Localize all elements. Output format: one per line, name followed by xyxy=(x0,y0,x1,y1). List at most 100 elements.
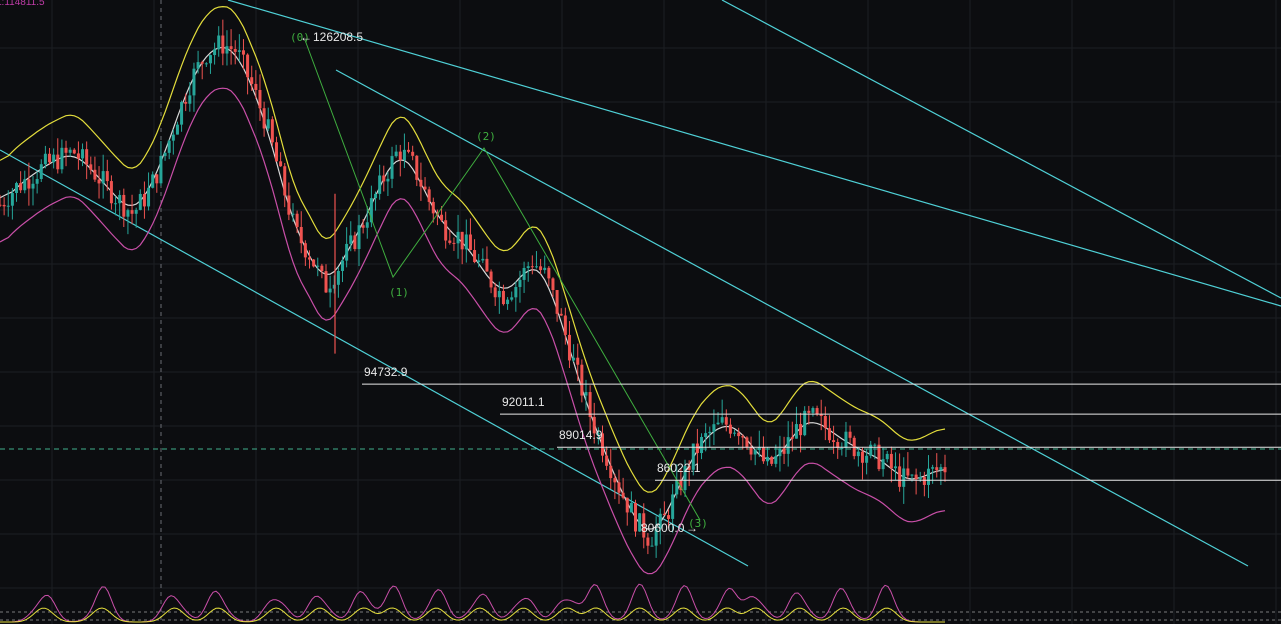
candle-body xyxy=(605,455,609,466)
candle-body xyxy=(64,147,68,153)
candle-body xyxy=(902,468,906,487)
candle-body xyxy=(142,193,146,207)
candle-body xyxy=(134,209,138,214)
candle-body xyxy=(155,174,159,184)
candle-body xyxy=(307,257,311,260)
candle-body xyxy=(250,77,254,84)
candle-body xyxy=(873,444,877,446)
candle-body xyxy=(939,467,943,471)
candle-body xyxy=(262,108,266,129)
candle-body xyxy=(390,156,394,179)
candle-body xyxy=(865,455,869,463)
candle-body xyxy=(60,147,64,170)
candle-body xyxy=(241,50,245,55)
candle-body xyxy=(357,225,361,250)
candle-body xyxy=(588,392,592,417)
candle-body xyxy=(130,210,134,214)
candle-body xyxy=(708,431,712,434)
candle-body xyxy=(402,149,406,161)
candle-body xyxy=(316,265,320,267)
candle-body xyxy=(506,299,510,305)
candle-body xyxy=(807,410,811,413)
candle-body xyxy=(427,189,431,202)
candle-body xyxy=(893,466,897,469)
candle-body xyxy=(118,194,122,204)
candle-body xyxy=(926,468,930,485)
high-label: 126208.5 xyxy=(313,30,363,44)
candle-body xyxy=(274,142,278,162)
candle-body xyxy=(576,357,580,365)
candle-body xyxy=(266,119,270,129)
candle-body xyxy=(126,210,130,217)
candle-body xyxy=(501,290,505,305)
candle-body xyxy=(407,149,411,152)
candle-body xyxy=(196,62,200,69)
candle-body xyxy=(431,201,435,214)
candle-body xyxy=(555,290,559,314)
candle-body xyxy=(551,278,555,291)
candle-body xyxy=(270,119,274,143)
candle-body xyxy=(832,440,836,443)
candle-body xyxy=(76,153,80,159)
candle-body xyxy=(489,271,493,288)
candle-body xyxy=(35,179,39,184)
candle-body xyxy=(386,178,390,182)
candle-body xyxy=(208,55,212,64)
candle-body xyxy=(935,467,939,471)
candle-body xyxy=(192,68,196,96)
candle-body xyxy=(101,171,105,184)
candle-body xyxy=(31,183,35,189)
candle-body xyxy=(547,267,551,279)
corner-readout: L:114811.5 xyxy=(0,0,45,8)
candle-body xyxy=(931,467,935,469)
candle-body xyxy=(159,155,163,184)
candle-body xyxy=(885,453,889,460)
candle-body xyxy=(629,502,633,513)
candle-body xyxy=(0,204,2,206)
level-label-4: 86022.1 xyxy=(657,461,701,475)
candle-body xyxy=(382,175,386,182)
candle-body xyxy=(799,424,803,436)
candle-body xyxy=(757,447,761,450)
candle-body xyxy=(778,448,782,457)
candle-body xyxy=(869,444,873,456)
candle-body xyxy=(753,449,757,455)
candle-body xyxy=(233,49,237,52)
candle-body xyxy=(444,220,448,241)
candle-body xyxy=(881,459,885,470)
price-chart[interactable]: (0)(1)(2)(3)94732.992011.189014.986022.1… xyxy=(0,0,1281,624)
candle-body xyxy=(353,235,357,250)
candle-body xyxy=(2,204,6,207)
candle-body xyxy=(815,408,819,415)
candle-body xyxy=(15,183,19,194)
candle-body xyxy=(6,205,10,207)
candle-body xyxy=(452,242,456,244)
candle-body xyxy=(856,451,860,457)
candle-body xyxy=(634,502,638,532)
candle-body xyxy=(497,290,501,298)
candle-body xyxy=(258,89,262,109)
candle-body xyxy=(737,432,741,437)
candle-body xyxy=(303,243,307,258)
candle-body xyxy=(10,193,14,206)
candle-body xyxy=(151,174,155,188)
candle-body xyxy=(844,431,848,448)
candle-body xyxy=(167,140,171,153)
candle-body xyxy=(485,258,489,272)
candle-body xyxy=(48,153,52,163)
candle-body xyxy=(320,265,324,272)
candle-body xyxy=(914,474,918,480)
candle-body xyxy=(733,432,737,434)
candle-body xyxy=(572,357,576,361)
candle-body xyxy=(493,287,497,298)
candle-body xyxy=(411,151,415,156)
candle-body xyxy=(456,231,460,244)
candle-body xyxy=(621,492,625,498)
candle-body xyxy=(175,124,179,135)
candle-body xyxy=(341,260,345,271)
candle-body xyxy=(27,179,31,189)
candle-body xyxy=(378,175,382,194)
level-label-2: 92011.1 xyxy=(502,395,545,409)
candle-body xyxy=(704,433,708,437)
candle-body xyxy=(52,154,56,163)
